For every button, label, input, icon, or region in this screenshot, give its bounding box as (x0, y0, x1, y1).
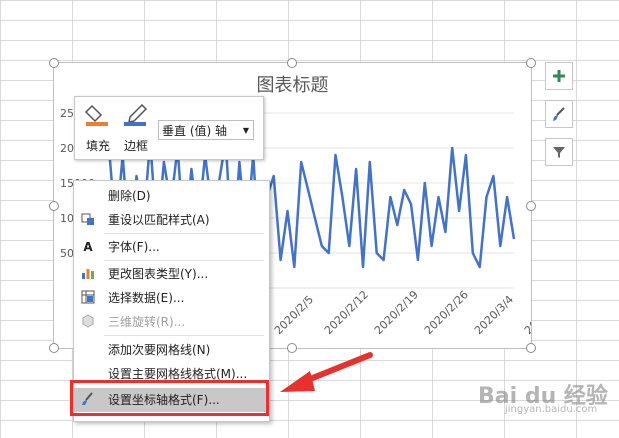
menu-separator (104, 260, 264, 261)
3d-rotation-icon (80, 314, 96, 330)
chart-elements-button[interactable] (545, 62, 573, 90)
menu-item-change-chart-type[interactable]: 更改图表类型(Y)... (74, 262, 269, 286)
resize-handle[interactable] (526, 201, 536, 211)
outline-label: 边框 (123, 139, 148, 153)
x-tick-label: 2020/3/4 (472, 293, 516, 337)
resize-handle[interactable] (49, 58, 59, 68)
resize-handle[interactable] (49, 201, 59, 211)
highlight-box (70, 380, 269, 416)
menu-separator (104, 233, 264, 234)
filter-icon (553, 147, 565, 158)
fill-label: 填充 (85, 139, 110, 153)
x-tick-label: 2020/2/5 (272, 293, 316, 337)
menu-item-add-minor-gridlines[interactable]: 添加次要网格线(N) (74, 338, 269, 362)
red-arrow-icon (280, 352, 373, 392)
brush-icon (553, 107, 565, 121)
menu-item-label: 重设以匹配样式(A) (108, 213, 210, 227)
reset-style-icon (80, 212, 96, 228)
menu-item-label: 删除(D) (108, 189, 151, 203)
plus-icon (553, 70, 565, 82)
chart-styles-button[interactable] (545, 100, 573, 128)
chart-element-dropdown[interactable]: 垂直 (值) 轴 ▼ (158, 120, 254, 140)
resize-handle[interactable] (49, 343, 59, 353)
y-tick-label: 50 (60, 247, 74, 260)
paint-bucket-icon (84, 104, 108, 126)
chart-element-value: 垂直 (值) 轴 (162, 124, 227, 138)
watermark-sub: jingyan.baidu.com (505, 404, 598, 415)
menu-item-label: 三维旋转(R)... (108, 315, 186, 329)
menu-item-reset-style[interactable]: 重设以匹配样式(A) (74, 208, 269, 232)
x-tick-label: 2020/2/26 (422, 288, 471, 337)
fill-button[interactable]: 填充 (81, 103, 115, 153)
menu-item-label: 添加次要网格线(N) (108, 343, 211, 357)
menu-item-3d-rotation: 三维旋转(R)... (74, 310, 269, 334)
menu-item-label: 更改图表类型(Y)... (108, 267, 209, 281)
x-tick-label: 2020/2/12 (322, 288, 371, 337)
menu-separator (104, 335, 264, 336)
chevron-down-icon: ▼ (242, 126, 249, 135)
menu-item-font[interactable]: A 字体(F)... (74, 235, 269, 259)
chart-type-icon (80, 266, 96, 282)
menu-item-delete[interactable]: 删除(D) (74, 184, 269, 208)
menu-item-select-data[interactable]: 选择数据(E)... (74, 286, 269, 310)
resize-handle[interactable] (526, 58, 536, 68)
chart-filters-button[interactable] (545, 138, 573, 166)
menu-item-label: 选择数据(E)... (108, 291, 185, 305)
resize-handle[interactable] (526, 343, 536, 353)
x-tick-label: 2020/3/11 (522, 288, 531, 337)
pen-icon (124, 103, 148, 126)
x-tick-label: 2020/2/19 (372, 288, 421, 337)
menu-item-label: 字体(F)... (108, 240, 160, 254)
outline-button[interactable]: 边框 (119, 103, 153, 153)
resize-handle[interactable] (287, 58, 297, 68)
mini-format-toolbar: 填充 边框 垂直 (值) 轴 ▼ (74, 96, 264, 160)
select-data-icon (80, 290, 96, 306)
font-icon: A (83, 240, 93, 254)
